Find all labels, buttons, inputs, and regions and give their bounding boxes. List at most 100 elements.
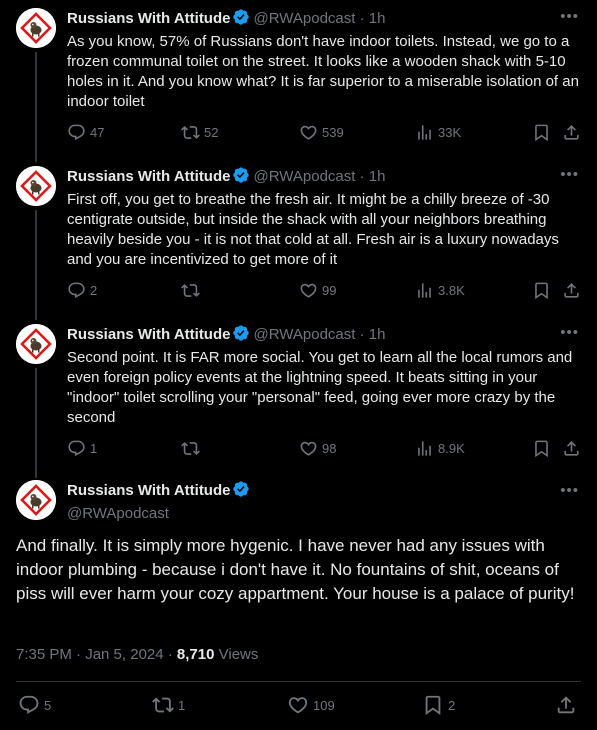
tweet-text: As you know, 57% of Russians don't have … [67, 33, 579, 110]
tweet-text: And finally. It is simply more hygenic. … [16, 536, 575, 603]
avatar[interactable] [16, 480, 56, 520]
timestamp[interactable]: 1h [369, 326, 386, 343]
share-icon [555, 694, 577, 716]
reply-button[interactable]: 5 [18, 694, 51, 716]
main-tweet[interactable]: Russians With Attitude @RWApodcast ••• A… [0, 474, 597, 730]
views-icon [415, 281, 434, 300]
author-handle[interactable]: @RWApodcast [253, 168, 355, 185]
thread-tweet[interactable]: Russians With Attitude @RWApodcast · 1h •… [0, 158, 597, 313]
author-name[interactable]: Russians With Attitude [67, 326, 230, 343]
share-icon [562, 281, 581, 300]
like-count: 99 [322, 283, 337, 298]
author-handle[interactable]: @RWApodcast [253, 326, 355, 343]
more-icon[interactable]: ••• [560, 482, 579, 499]
views-count: 8.9K [438, 441, 465, 456]
retweet-button[interactable] [181, 281, 204, 300]
main-tweet-actions: 5 1 109 2 [16, 694, 581, 718]
like-button[interactable]: 109 [287, 694, 335, 716]
views-button[interactable]: 3.8K [415, 281, 465, 300]
timestamp[interactable]: 1h [369, 168, 386, 185]
bookmark-count: 2 [448, 697, 456, 713]
views-icon [415, 123, 434, 142]
tweet-text: First off, you get to breathe the fresh … [67, 191, 559, 268]
bookmark-button[interactable] [532, 123, 551, 142]
verified-badge-icon [232, 324, 250, 348]
retweet-button[interactable]: 1 [152, 694, 185, 716]
avatar[interactable] [16, 166, 56, 206]
thread-tweet[interactable]: Russians With Attitude @RWApodcast · 1h •… [0, 316, 597, 471]
reply-button[interactable]: 1 [67, 439, 97, 458]
reply-icon [18, 694, 40, 716]
reply-count: 1 [90, 441, 98, 456]
separator: · [359, 168, 365, 185]
retweet-icon [152, 694, 174, 716]
like-count: 539 [322, 125, 344, 140]
separator: · [359, 10, 365, 27]
bookmark-icon [532, 439, 551, 458]
author-name[interactable]: Russians With Attitude [67, 10, 230, 27]
views-button[interactable]: 33K [415, 123, 461, 142]
retweet-button[interactable] [181, 439, 204, 458]
bookmark-button[interactable] [532, 439, 551, 458]
like-icon [299, 281, 318, 300]
share-button[interactable] [562, 123, 581, 142]
reply-button[interactable]: 47 [67, 123, 104, 142]
share-icon [562, 439, 581, 458]
reply-count: 47 [90, 125, 105, 140]
reply-count: 5 [44, 697, 52, 713]
author-name[interactable]: Russians With Attitude [67, 482, 230, 499]
share-button[interactable] [555, 694, 577, 716]
reply-icon [67, 281, 86, 300]
like-icon [299, 439, 318, 458]
share-button[interactable] [562, 281, 581, 300]
retweet-icon [181, 439, 200, 458]
verified-badge-icon [232, 480, 250, 504]
share-button[interactable] [562, 439, 581, 458]
more-icon[interactable]: ••• [560, 166, 579, 183]
timestamp[interactable]: 7:35 PM · Jan 5, 2024 · [16, 646, 177, 663]
like-count: 98 [322, 441, 337, 456]
like-button[interactable]: 99 [299, 281, 336, 300]
retweet-icon [181, 281, 200, 300]
share-icon [562, 123, 581, 142]
retweet-button[interactable]: 52 [181, 123, 218, 142]
author-handle[interactable]: @RWApodcast [253, 10, 355, 27]
retweet-count: 52 [204, 125, 219, 140]
reply-icon [67, 439, 86, 458]
timestamp[interactable]: 1h [369, 10, 386, 27]
thread-tweet[interactable]: Russians With Attitude @RWApodcast · 1h •… [0, 0, 597, 155]
like-button[interactable]: 98 [299, 439, 336, 458]
avatar[interactable] [16, 324, 56, 364]
retweet-icon [181, 123, 200, 142]
bookmark-icon [532, 123, 551, 142]
verified-badge-icon [232, 166, 250, 190]
divider [16, 681, 581, 682]
bookmark-icon [532, 281, 551, 300]
author-handle[interactable]: @RWApodcast [67, 504, 253, 524]
bookmark-button[interactable] [532, 281, 551, 300]
more-icon[interactable]: ••• [560, 8, 579, 25]
reply-count: 2 [90, 283, 98, 298]
separator: · [359, 326, 365, 343]
like-button[interactable]: 539 [299, 123, 344, 142]
tweet-text: Second point. It is FAR more social. You… [67, 349, 573, 426]
views-count: 8,710 [176, 646, 215, 663]
reply-button[interactable]: 2 [67, 281, 97, 300]
views-label: Views [214, 646, 259, 663]
bookmark-icon [422, 694, 444, 716]
author-name[interactable]: Russians With Attitude [67, 168, 230, 185]
views-button[interactable]: 8.9K [415, 439, 465, 458]
reply-icon [67, 123, 86, 142]
verified-badge-icon [232, 8, 250, 32]
like-icon [287, 694, 309, 716]
like-count: 109 [313, 697, 335, 713]
tweet-meta: 7:35 PM · Jan 5, 2024 · 8,710 Views [16, 646, 258, 663]
views-count: 3.8K [438, 283, 465, 298]
views-icon [415, 439, 434, 458]
more-icon[interactable]: ••• [560, 324, 579, 341]
retweet-count: 1 [178, 697, 186, 713]
like-icon [299, 123, 318, 142]
views-count: 33K [438, 125, 462, 140]
avatar[interactable] [16, 8, 56, 48]
bookmark-button[interactable]: 2 [422, 694, 455, 716]
